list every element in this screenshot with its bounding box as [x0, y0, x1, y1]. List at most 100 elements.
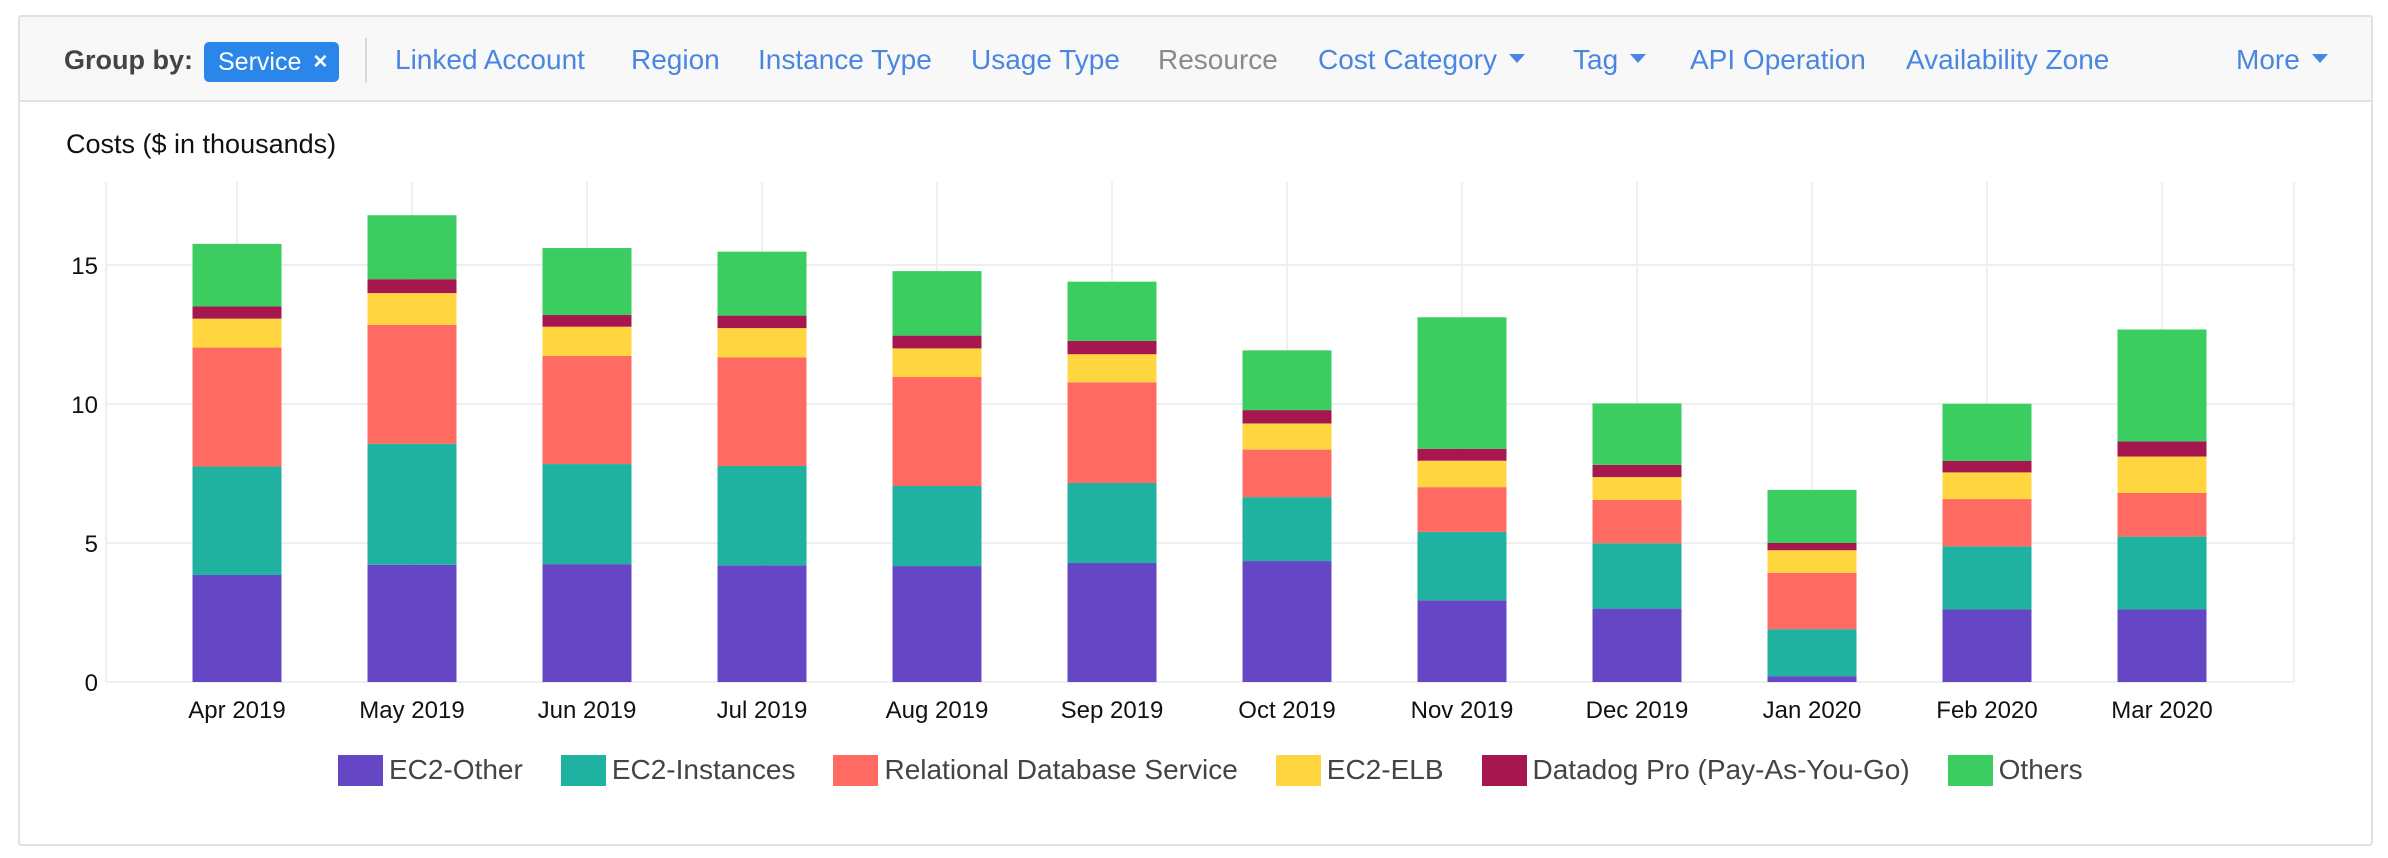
- x-tick-label: Sep 2019: [1061, 697, 1164, 724]
- legend-swatch: [833, 754, 879, 786]
- x-tick-label: May 2019: [359, 697, 464, 724]
- legend-swatch: [1947, 754, 1993, 786]
- legend-swatch: [1275, 754, 1321, 786]
- legend-label: EC2-ELB: [1326, 754, 1444, 785]
- bar-segment-ec2-instances[interactable]: [1242, 497, 1332, 562]
- bar-segment-ec2-elb[interactable]: [2117, 456, 2207, 493]
- bar-segment-relational-database-service[interactable]: [1417, 487, 1507, 532]
- bar-segment-ec2-elb[interactable]: [367, 293, 457, 325]
- bar-segment-ec2-other[interactable]: [1242, 561, 1332, 682]
- bar-segment-datadog-pro-pay-as-you-go[interactable]: [1242, 410, 1332, 424]
- bar-segment-ec2-instances[interactable]: [1592, 543, 1682, 609]
- bar-segment-ec2-instances[interactable]: [542, 464, 632, 565]
- bar-segment-ec2-other[interactable]: [1417, 600, 1507, 682]
- bar-segment-ec2-instances[interactable]: [1942, 546, 2032, 610]
- y-tick-label: 5: [85, 531, 98, 558]
- legend-label: EC2-Other: [389, 754, 523, 785]
- legend-label: Relational Database Service: [884, 754, 1238, 785]
- x-tick-label: Jun 2019: [538, 697, 637, 724]
- bar-segment-relational-database-service[interactable]: [1942, 499, 2032, 547]
- legend-item[interactable]: Relational Database Service: [833, 754, 1238, 786]
- bar-segment-ec2-other[interactable]: [1767, 676, 1857, 682]
- chart-legend: EC2-Other EC2-Instances Relational Databas…: [338, 754, 2083, 786]
- bar-segment-others[interactable]: [542, 248, 632, 316]
- bar-segment-relational-database-service[interactable]: [542, 355, 632, 465]
- legend-swatch: [1481, 754, 1527, 786]
- bar-segment-others[interactable]: [717, 251, 807, 316]
- bar-segment-ec2-other[interactable]: [367, 564, 457, 682]
- bar-segment-others[interactable]: [1067, 281, 1157, 341]
- bar-segment-relational-database-service[interactable]: [2117, 492, 2207, 537]
- bar-segment-datadog-pro-pay-as-you-go[interactable]: [2117, 441, 2207, 457]
- bar-segment-ec2-elb[interactable]: [1592, 477, 1682, 500]
- bar-segment-ec2-instances[interactable]: [367, 443, 457, 565]
- bar-segment-relational-database-service[interactable]: [1242, 449, 1332, 498]
- bar-segment-relational-database-service[interactable]: [367, 324, 457, 444]
- bar-segment-ec2-other[interactable]: [2117, 609, 2207, 682]
- bar-segment-ec2-elb[interactable]: [892, 348, 982, 378]
- bar-segment-datadog-pro-pay-as-you-go[interactable]: [1942, 460, 2032, 473]
- bar-segment-datadog-pro-pay-as-you-go[interactable]: [1767, 543, 1857, 551]
- legend-item[interactable]: EC2-Other: [338, 754, 523, 786]
- bar-segment-ec2-instances[interactable]: [717, 465, 807, 566]
- bar-segment-ec2-elb[interactable]: [1417, 460, 1507, 488]
- legend-label: Datadog Pro (Pay-As-You-Go): [1532, 754, 1910, 785]
- legend-item[interactable]: EC2-Instances: [560, 754, 796, 786]
- bar-segment-datadog-pro-pay-as-you-go[interactable]: [542, 315, 632, 327]
- bar-segment-ec2-elb[interactable]: [1942, 472, 2032, 500]
- bar-segment-ec2-instances[interactable]: [1767, 629, 1857, 677]
- bar-segment-datadog-pro-pay-as-you-go[interactable]: [367, 279, 457, 294]
- bar-segment-others[interactable]: [192, 243, 282, 307]
- bar-segment-relational-database-service[interactable]: [1067, 382, 1157, 483]
- bar-segment-relational-database-service[interactable]: [717, 357, 807, 466]
- bar-segment-relational-database-service[interactable]: [892, 377, 982, 487]
- bar-segment-relational-database-service[interactable]: [1767, 572, 1857, 630]
- bar-segment-others[interactable]: [1767, 489, 1857, 543]
- bar-segment-ec2-elb[interactable]: [1067, 354, 1157, 383]
- legend-swatch: [338, 754, 383, 786]
- y-tick-label: 10: [71, 392, 98, 419]
- x-tick-label: Dec 2019: [1586, 697, 1689, 724]
- bar-segment-datadog-pro-pay-as-you-go[interactable]: [1417, 448, 1507, 461]
- legend-item[interactable]: Others: [1947, 754, 2083, 786]
- bar-segment-others[interactable]: [892, 271, 982, 336]
- bar-segment-ec2-other[interactable]: [1067, 563, 1157, 682]
- bar-segment-datadog-pro-pay-as-you-go[interactable]: [717, 315, 807, 329]
- bar-segment-others[interactable]: [1942, 403, 2032, 461]
- legend-item[interactable]: EC2-ELB: [1275, 754, 1444, 786]
- bar-segment-ec2-instances[interactable]: [892, 486, 982, 567]
- bar-segment-others[interactable]: [367, 215, 457, 280]
- bar-segment-ec2-instances[interactable]: [2117, 536, 2207, 610]
- stacked-bar-chart: 0 5 10 15 Apr 2019 May 2019 Jun 2019 Jul 2019 Au…: [71, 182, 2295, 724]
- bar-segment-relational-database-service[interactable]: [1592, 499, 1682, 544]
- bar-segment-others[interactable]: [1592, 403, 1682, 465]
- bar-segment-ec2-instances[interactable]: [1417, 531, 1507, 601]
- legend-item[interactable]: Datadog Pro (Pay-As-You-Go): [1481, 754, 1910, 786]
- x-tick-label: Apr 2019: [188, 697, 285, 724]
- bar-segment-datadog-pro-pay-as-you-go[interactable]: [892, 335, 982, 349]
- bar-segment-ec2-other[interactable]: [192, 574, 282, 682]
- bar-segment-datadog-pro-pay-as-you-go[interactable]: [1067, 340, 1157, 355]
- bar-segment-ec2-instances[interactable]: [192, 466, 282, 575]
- x-tick-label: Oct 2019: [1238, 697, 1335, 724]
- y-tick-label: 0: [85, 670, 98, 697]
- bar-segment-ec2-instances[interactable]: [1067, 482, 1157, 564]
- bar-segment-ec2-elb[interactable]: [717, 328, 807, 358]
- bar-segment-datadog-pro-pay-as-you-go[interactable]: [192, 306, 282, 319]
- bar-segment-ec2-other[interactable]: [1942, 609, 2032, 682]
- bar-segment-ec2-other[interactable]: [717, 565, 807, 682]
- bar-segment-ec2-elb[interactable]: [192, 318, 282, 348]
- bar-segment-ec2-other[interactable]: [542, 564, 632, 682]
- bar-segment-others[interactable]: [2117, 329, 2207, 442]
- x-tick-label: Nov 2019: [1411, 697, 1514, 724]
- bar-segment-ec2-other[interactable]: [1592, 608, 1682, 682]
- bar-segment-ec2-elb[interactable]: [1767, 550, 1857, 573]
- bar-segment-relational-database-service[interactable]: [192, 347, 282, 467]
- legend-label: EC2-Instances: [611, 754, 796, 785]
- bar-segment-datadog-pro-pay-as-you-go[interactable]: [1592, 464, 1682, 478]
- bar-segment-others[interactable]: [1417, 317, 1507, 449]
- bar-segment-ec2-elb[interactable]: [542, 326, 632, 356]
- bar-segment-ec2-elb[interactable]: [1242, 423, 1332, 450]
- bar-segment-ec2-other[interactable]: [892, 566, 982, 682]
- bar-segment-others[interactable]: [1242, 350, 1332, 411]
